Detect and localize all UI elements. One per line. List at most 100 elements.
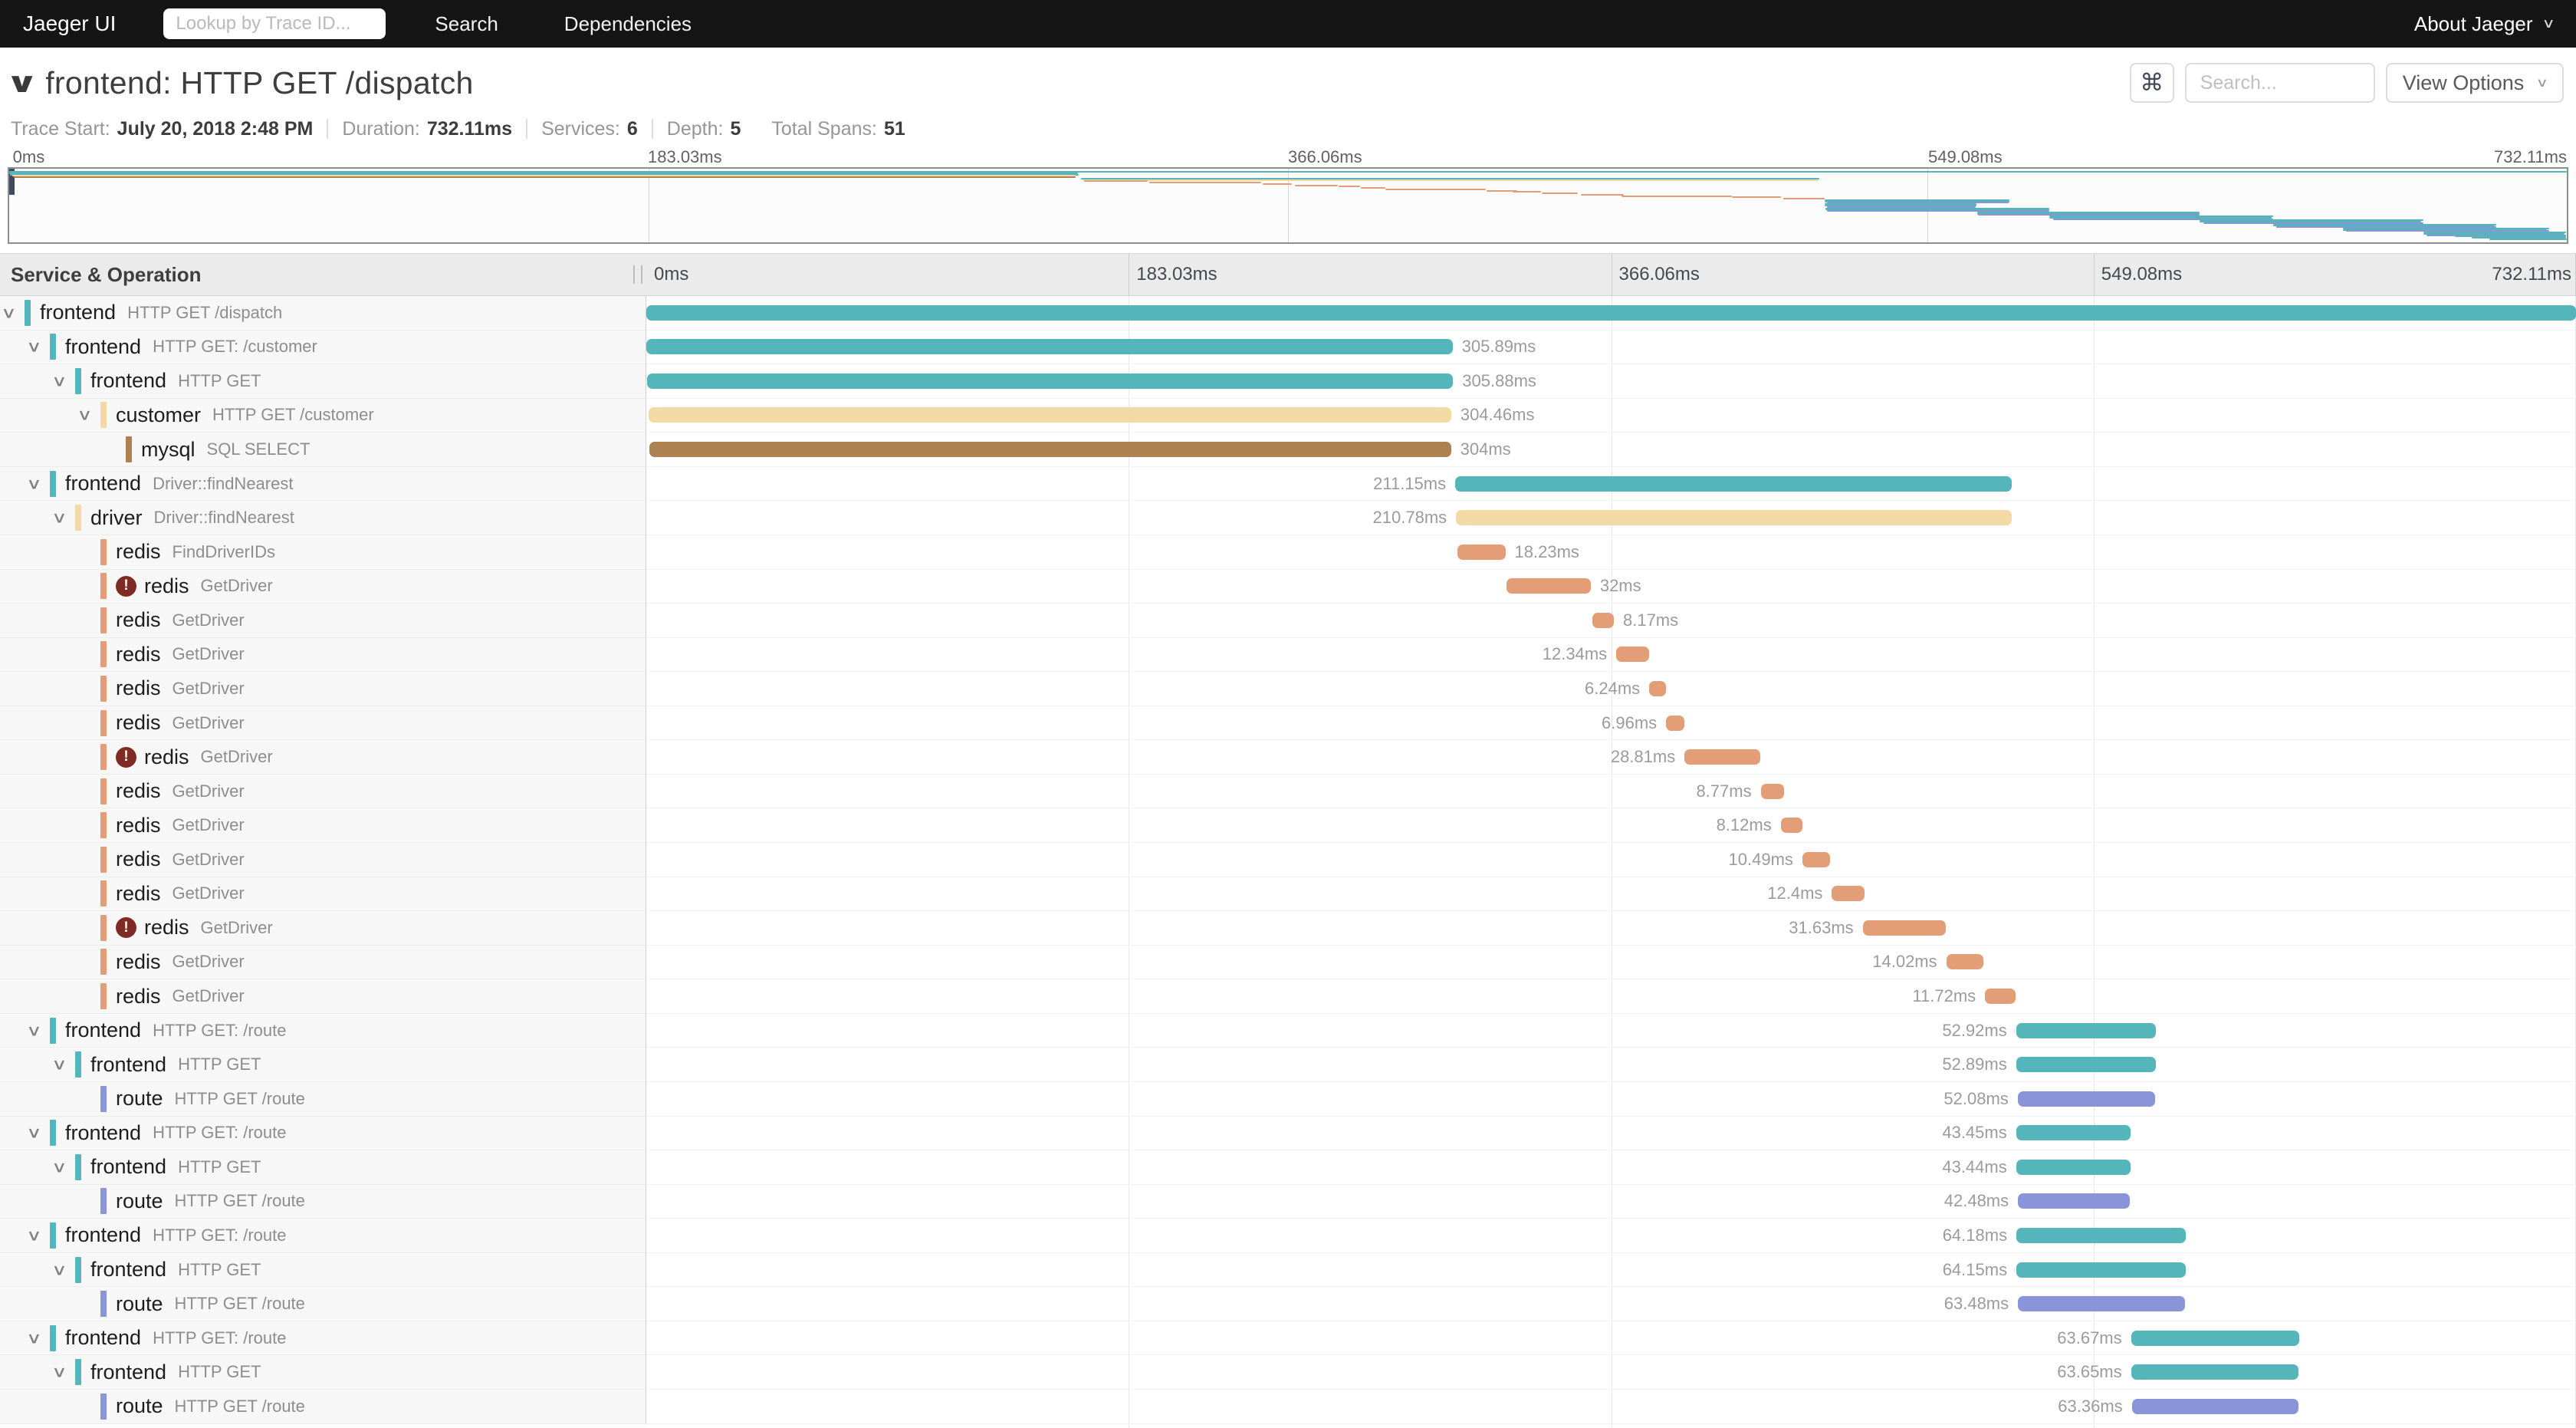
span-duration-bar[interactable] xyxy=(1649,680,1666,696)
span-name-cell[interactable]: redis GetDriver xyxy=(0,945,646,980)
expand-chevron-icon[interactable]: ∨ xyxy=(77,406,92,425)
span-duration-bar[interactable] xyxy=(2016,1262,2186,1278)
about-jaeger-menu[interactable]: About Jaeger ∨ xyxy=(2414,12,2555,36)
trace-lookup-input[interactable] xyxy=(163,8,386,39)
span-duration-bar[interactable] xyxy=(2017,1091,2155,1107)
expand-chevron-icon[interactable]: ∨ xyxy=(51,508,67,528)
span-duration-bar[interactable] xyxy=(1684,749,1761,765)
span-duration-bar[interactable] xyxy=(2018,1193,2131,1209)
span-duration-bar[interactable] xyxy=(1946,954,1983,970)
span-track[interactable]: 42.48ms xyxy=(646,1185,2576,1219)
expand-chevron-icon[interactable]: ∨ xyxy=(51,1363,67,1382)
expand-chevron-icon[interactable]: ∨ xyxy=(51,1260,67,1279)
span-name-cell[interactable]: ∨ frontend HTTP GET: /route xyxy=(0,1219,646,1253)
span-track[interactable]: 32ms xyxy=(646,570,2576,604)
span-track[interactable]: 304ms xyxy=(646,433,2576,467)
span-name-cell[interactable]: redis GetDriver xyxy=(0,604,646,638)
span-track[interactable]: 6.96ms xyxy=(646,706,2576,741)
span-track[interactable]: 64.18ms xyxy=(646,1219,2576,1253)
span-duration-bar[interactable] xyxy=(1832,886,1865,902)
span-duration-bar[interactable] xyxy=(1780,818,1802,834)
span-duration-bar[interactable] xyxy=(1862,920,1947,936)
span-name-cell[interactable]: ∨ frontend HTTP GET xyxy=(0,1252,646,1288)
span-track[interactable]: 63.36ms xyxy=(646,1390,2576,1424)
span-name-cell[interactable]: ∨ frontend HTTP GET xyxy=(0,1355,646,1390)
span-name-cell[interactable]: route HTTP GET /route xyxy=(0,1287,646,1321)
span-duration-bar[interactable] xyxy=(646,304,2576,321)
nav-link-dependencies[interactable]: Dependencies xyxy=(564,12,692,36)
span-track[interactable]: 28.81ms xyxy=(646,740,2576,775)
span-track[interactable]: 43.44ms xyxy=(646,1150,2576,1185)
span-duration-bar[interactable] xyxy=(646,339,1453,355)
span-track[interactable]: 31.63ms xyxy=(646,911,2576,946)
span-track[interactable]: 210.78ms xyxy=(646,501,2576,535)
span-duration-bar[interactable] xyxy=(1802,851,1830,867)
span-name-cell[interactable]: redis GetDriver xyxy=(0,672,646,706)
expand-chevron-icon[interactable]: ∨ xyxy=(26,1328,41,1347)
span-duration-bar[interactable] xyxy=(1592,612,1614,628)
span-name-cell[interactable]: redis GetDriver xyxy=(0,637,646,673)
span-name-cell[interactable]: ∨ frontend Driver::findNearest xyxy=(0,466,646,502)
span-name-cell[interactable]: ∨ frontend HTTP GET xyxy=(0,364,646,399)
span-duration-bar[interactable] xyxy=(1457,544,1506,560)
span-track[interactable]: 12.4ms xyxy=(646,877,2576,912)
span-track[interactable]: 18.23ms xyxy=(646,535,2576,570)
span-track[interactable]: 52.08ms xyxy=(646,1082,2576,1117)
span-name-cell[interactable]: redis GetDriver xyxy=(0,774,646,809)
span-name-cell[interactable]: ∨ frontend HTTP GET xyxy=(0,1150,646,1185)
span-duration-bar[interactable] xyxy=(2016,1022,2156,1038)
span-name-cell[interactable]: ∨ frontend HTTP GET /dispatch xyxy=(0,296,646,331)
span-track[interactable]: 63.48ms xyxy=(646,1287,2576,1321)
span-track[interactable]: 305.88ms xyxy=(646,364,2576,399)
span-name-cell[interactable]: ! redis GetDriver xyxy=(0,740,646,775)
span-name-cell[interactable]: redis FindDriverIDs xyxy=(0,535,646,570)
span-duration-bar[interactable] xyxy=(1455,475,2013,492)
span-name-cell[interactable]: ! redis GetDriver xyxy=(0,569,646,604)
span-duration-bar[interactable] xyxy=(2018,1296,2186,1312)
span-duration-bar[interactable] xyxy=(646,373,1454,389)
span-name-cell[interactable]: redis GetDriver xyxy=(0,979,646,1014)
expand-chevron-icon[interactable]: ∨ xyxy=(51,1055,67,1074)
span-track[interactable]: 8.12ms xyxy=(646,808,2576,843)
collapse-trace-chevron-icon[interactable]: ∨ xyxy=(5,67,39,99)
span-track[interactable]: 12.34ms xyxy=(646,638,2576,673)
span-name-cell[interactable]: ∨ frontend HTTP GET: /route xyxy=(0,1116,646,1151)
span-name-cell[interactable]: ∨ customer HTTP GET /customer xyxy=(0,398,646,433)
span-track[interactable]: 8.77ms xyxy=(646,775,2576,809)
span-track[interactable]: 304.46ms xyxy=(646,399,2576,433)
expand-chevron-icon[interactable]: ∨ xyxy=(26,1021,41,1040)
span-duration-bar[interactable] xyxy=(2016,1057,2156,1073)
nav-link-search[interactable]: Search xyxy=(435,12,498,36)
span-track[interactable]: 11.72ms xyxy=(646,979,2576,1014)
span-duration-bar[interactable] xyxy=(649,407,1451,423)
span-duration-bar[interactable] xyxy=(649,442,1451,458)
keyboard-shortcuts-button[interactable]: ⌘ xyxy=(2129,63,2174,103)
span-track[interactable]: 6.24ms xyxy=(646,672,2576,706)
view-options-button[interactable]: View Options ∨ xyxy=(2385,63,2564,103)
span-track[interactable]: 43.45ms xyxy=(646,1117,2576,1151)
timeline-minimap[interactable] xyxy=(8,167,2568,244)
span-name-cell[interactable]: route HTTP GET /route xyxy=(0,1390,646,1424)
span-track[interactable]: 305.89ms xyxy=(646,331,2576,365)
span-duration-bar[interactable] xyxy=(2016,1125,2131,1141)
span-search-input[interactable] xyxy=(2184,63,2375,103)
span-duration-bar[interactable] xyxy=(1985,989,2016,1005)
span-track[interactable]: 52.92ms xyxy=(646,1014,2576,1048)
span-track[interactable]: 8.17ms xyxy=(646,604,2576,638)
span-duration-bar[interactable] xyxy=(2131,1364,2299,1380)
span-duration-bar[interactable] xyxy=(2131,1398,2299,1414)
span-duration-bar[interactable] xyxy=(1506,578,1591,594)
span-name-cell[interactable]: redis GetDriver xyxy=(0,877,646,912)
expand-chevron-icon[interactable]: ∨ xyxy=(51,1157,67,1176)
span-name-cell[interactable]: route HTTP GET /route xyxy=(0,1184,646,1219)
column-resizer[interactable] xyxy=(633,265,642,284)
span-name-cell[interactable]: ! redis GetDriver xyxy=(0,911,646,946)
span-track[interactable]: 52.89ms xyxy=(646,1048,2576,1082)
span-name-cell[interactable]: ∨ frontend HTTP GET xyxy=(0,1048,646,1082)
span-duration-bar[interactable] xyxy=(2016,1159,2131,1175)
expand-chevron-icon[interactable]: ∨ xyxy=(51,371,67,390)
span-name-cell[interactable]: redis GetDriver xyxy=(0,843,646,877)
span-duration-bar[interactable] xyxy=(1760,783,1784,799)
span-track[interactable]: 14.02ms xyxy=(646,946,2576,980)
expand-chevron-icon[interactable]: ∨ xyxy=(26,474,41,493)
